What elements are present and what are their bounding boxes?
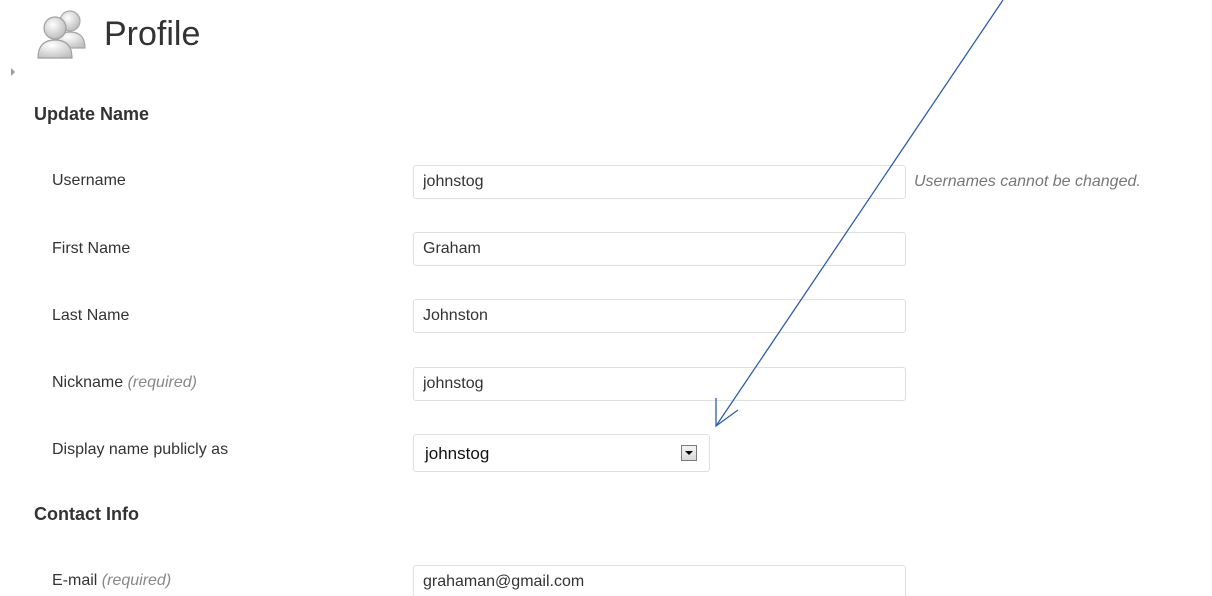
email-label-text: E-mail (52, 572, 98, 589)
chevron-down-icon (685, 451, 693, 455)
email-label: E-mail (required) (52, 572, 171, 590)
last-name-input[interactable] (413, 299, 906, 333)
profile-page: Profile Update Name Username Usernames c… (0, 0, 1212, 596)
display-name-selected-value: johnstog (425, 444, 490, 463)
username-input[interactable] (413, 165, 906, 199)
collapse-arrow-icon[interactable] (11, 68, 15, 76)
first-name-label: First Name (52, 240, 130, 258)
users-icon (37, 10, 86, 59)
nickname-required-note: (required) (127, 374, 197, 391)
first-name-input[interactable] (413, 232, 906, 266)
last-name-label: Last Name (52, 307, 129, 325)
username-label: Username (52, 172, 126, 190)
dropdown-button[interactable] (681, 445, 697, 461)
nickname-label: Nickname (required) (52, 374, 197, 392)
nickname-input[interactable] (413, 367, 906, 401)
first-name-label-text: First Name (52, 240, 131, 257)
last-name-label-text: Last Name (52, 307, 130, 324)
username-hint: Usernames cannot be changed. (914, 173, 1141, 190)
email-input[interactable] (413, 565, 906, 596)
email-required-note: (required) (101, 572, 172, 589)
display-name-label-text: Display name publicly as (52, 441, 229, 458)
section-heading-contact-info: Contact Info (34, 504, 139, 524)
display-name-label: Display name publicly as (52, 441, 228, 459)
username-label-text: Username (52, 172, 126, 189)
section-heading-update-name: Update Name (34, 104, 150, 124)
annotation-arrow (715, 0, 1004, 428)
nickname-label-text: Nickname (52, 374, 124, 391)
page-title: Profile (104, 14, 201, 53)
page-header: Profile (34, 6, 200, 64)
display-name-select[interactable]: johnstog (413, 434, 710, 472)
